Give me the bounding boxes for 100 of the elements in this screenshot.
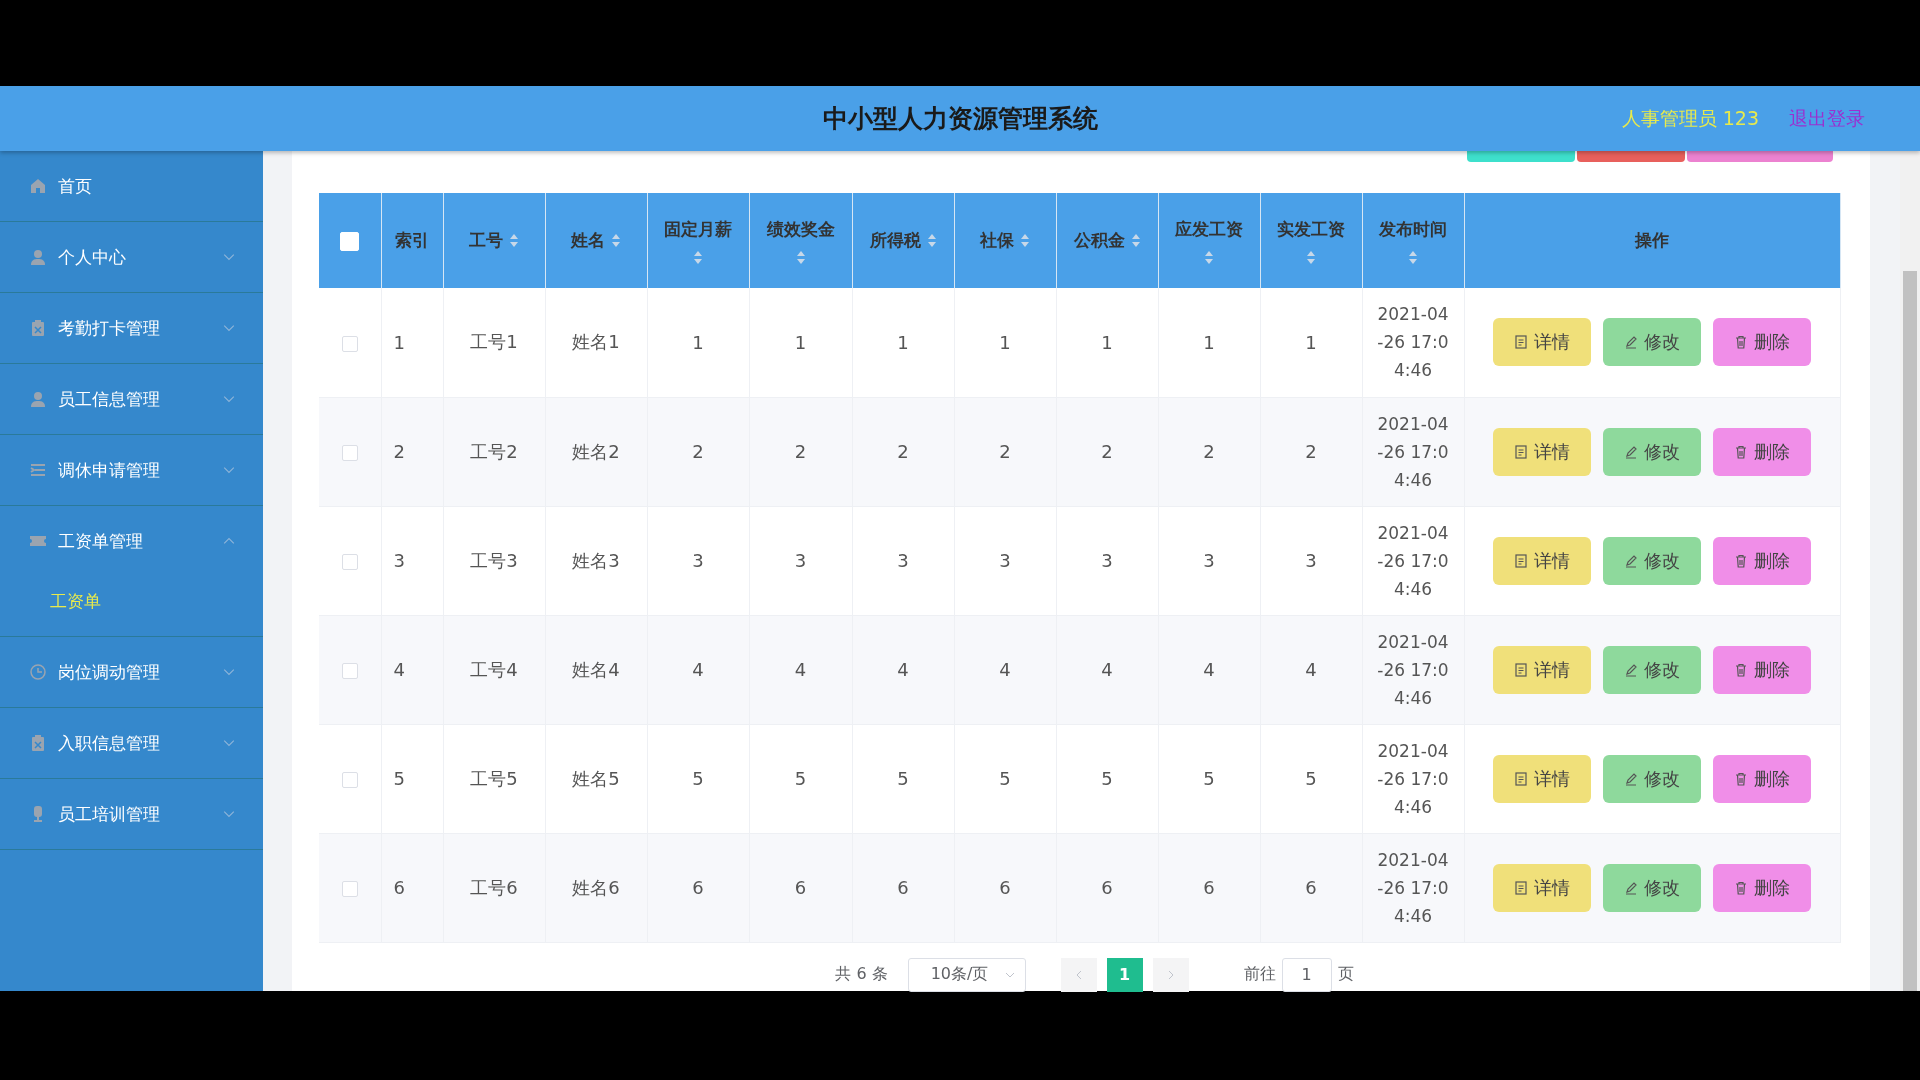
sidebar-menu-item[interactable]: 调休申请管理 [0, 435, 263, 505]
edit-button[interactable]: 修改 [1603, 318, 1701, 367]
detail-button[interactable]: 详情 [1493, 536, 1591, 585]
sort-icon [1408, 250, 1418, 264]
table-cell: 6 [999, 877, 1011, 898]
table-cell: 姓名4 [572, 658, 620, 680]
sort-icon [1204, 250, 1214, 264]
table-cell: 2 [1305, 441, 1317, 462]
column-header[interactable]: 应发工资 [1175, 217, 1243, 241]
edit-button[interactable]: 修改 [1603, 427, 1701, 476]
sort-icon [1130, 234, 1141, 247]
detail-button[interactable]: 详情 [1493, 318, 1591, 367]
page-number-input[interactable]: 1 [1281, 957, 1332, 992]
table-cell: 3 [1203, 550, 1215, 571]
sidebar-menu-item[interactable]: 工资单管理 [0, 506, 263, 576]
cut-off-button[interactable] [1687, 151, 1833, 162]
detail-button[interactable]: 详情 [1493, 754, 1591, 803]
table-cell: 6 [1305, 877, 1317, 898]
row-checkbox[interactable] [341, 445, 358, 461]
cut-off-button[interactable] [1467, 151, 1575, 162]
table-cell: 3 [393, 550, 405, 571]
column-header[interactable]: 姓名 [571, 229, 605, 252]
select-all-checkbox[interactable] [340, 231, 360, 251]
delete-button[interactable]: 删除 [1713, 318, 1811, 367]
sidebar-menu-item[interactable]: 入职信息管理 [0, 708, 263, 778]
document-icon [1514, 553, 1528, 568]
edit-button[interactable]: 修改 [1603, 536, 1701, 585]
trash-icon [1734, 444, 1748, 459]
previous-page-button[interactable] [1060, 957, 1097, 992]
trash-icon [1734, 880, 1748, 895]
row-checkbox[interactable] [341, 881, 358, 897]
delete-button[interactable]: 删除 [1713, 754, 1811, 803]
row-checkbox[interactable] [341, 554, 358, 570]
page-number-button[interactable]: 1 [1106, 957, 1143, 992]
table-cell: 5 [1305, 768, 1317, 789]
table-cell: 4 [1101, 659, 1113, 680]
column-header[interactable]: 固定月薪 [664, 217, 732, 241]
table-cell: 3 [794, 550, 807, 571]
home-icon [30, 178, 46, 194]
row-checkbox[interactable] [341, 663, 358, 679]
sidebar-menu-item[interactable]: 员工培训管理 [0, 779, 263, 849]
sort-icon [926, 234, 937, 247]
sidebar-menu-item[interactable]: 首页 [0, 151, 263, 221]
cut-off-button[interactable] [1577, 151, 1685, 162]
sidebar-menu-item[interactable]: 岗位调动管理 [0, 637, 263, 707]
scrollbar[interactable] [1900, 151, 1920, 991]
detail-button[interactable]: 详情 [1493, 427, 1591, 476]
detail-button[interactable]: 详情 [1493, 863, 1591, 912]
delete-button[interactable]: 删除 [1713, 645, 1811, 694]
scrollbar-thumb[interactable] [1903, 271, 1917, 991]
column-header[interactable]: 工号 [469, 229, 503, 252]
chevron-left-icon [1075, 969, 1082, 980]
table-cell: 3 [999, 550, 1011, 571]
pencil-icon [1624, 444, 1638, 459]
table-cell: 5 [999, 768, 1011, 789]
sidebar-submenu-item[interactable]: 工资单 [0, 576, 263, 636]
edit-button[interactable]: 修改 [1603, 645, 1701, 694]
next-page-button[interactable] [1152, 957, 1189, 992]
trash-icon [1734, 771, 1748, 786]
table-cell: 姓名5 [572, 767, 620, 789]
sidebar-menu-item[interactable]: 员工信息管理 [0, 364, 263, 434]
column-header[interactable]: 实发工资 [1277, 217, 1345, 241]
table-cell: 4 [393, 659, 405, 680]
table-cell: 2021-04-26 17:04:46 [1377, 304, 1449, 381]
delete-button[interactable]: 删除 [1713, 536, 1811, 585]
table-cell: 2021-04-26 17:04:46 [1377, 522, 1449, 599]
sort-icon [1020, 234, 1030, 247]
edit-button[interactable]: 修改 [1603, 863, 1701, 912]
column-header[interactable]: 公积金 [1073, 229, 1125, 252]
table-cell: 5 [1101, 768, 1113, 789]
table-cell: 4 [1305, 659, 1317, 680]
list-icon [30, 462, 46, 478]
delete-button[interactable]: 删除 [1713, 863, 1811, 912]
column-header[interactable]: 社保 [980, 229, 1014, 252]
table-cell: 2 [794, 441, 807, 462]
edit-button[interactable]: 修改 [1603, 754, 1701, 803]
sort-icon [1306, 250, 1316, 264]
table-cell: 1 [897, 331, 909, 353]
table-cell: 姓名3 [572, 549, 620, 571]
document-icon [1514, 444, 1528, 459]
sidebar-menu-item[interactable]: 考勤打卡管理 [0, 293, 263, 363]
table-cell: 5 [393, 768, 405, 789]
column-header[interactable]: 所得税 [869, 229, 921, 252]
table-cell: 姓名6 [572, 876, 620, 898]
column-header[interactable]: 发布时间 [1379, 217, 1447, 241]
row-checkbox[interactable] [341, 335, 358, 352]
pencil-icon [1624, 662, 1638, 677]
table-cell: 2 [897, 441, 909, 462]
detail-button[interactable]: 详情 [1493, 645, 1591, 694]
row-checkbox[interactable] [341, 772, 358, 788]
page-size-select[interactable]: 10条/页 [907, 957, 1026, 992]
delete-button[interactable]: 删除 [1713, 427, 1811, 476]
ticket-icon [30, 533, 46, 549]
sidebar-menu-item[interactable]: 个人中心 [0, 222, 263, 292]
table-cell: 1 [393, 331, 405, 353]
clipboard-icon [30, 735, 46, 751]
column-header[interactable]: 绩效奖金 [766, 217, 835, 241]
clock-icon [30, 664, 46, 680]
clipboard-icon [30, 320, 46, 336]
table-cell: 3 [692, 550, 704, 571]
